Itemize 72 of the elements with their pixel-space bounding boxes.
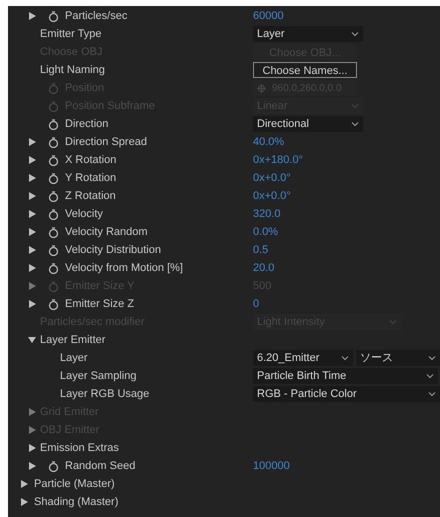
- twirl-triangle-icon[interactable]: [28, 228, 36, 236]
- value-field[interactable]: 40.0%: [253, 134, 284, 150]
- property-label: Velocity Distribution: [65, 242, 161, 258]
- twirl-triangle-icon[interactable]: [28, 210, 36, 218]
- chevron-icon[interactable]: [428, 391, 436, 397]
- value-field[interactable]: 100000: [253, 458, 290, 474]
- twirl-triangle-icon[interactable]: [28, 246, 36, 254]
- twirl-triangle-icon[interactable]: [28, 444, 36, 452]
- stopwatch-icon[interactable]: [48, 226, 59, 238]
- property-label: Particles/sec: [65, 8, 128, 24]
- dropdown[interactable]: 6.20_Emitter: [253, 350, 353, 366]
- value-field[interactable]: 0.5: [253, 242, 268, 258]
- stopwatch-icon[interactable]: [48, 298, 59, 310]
- value-field[interactable]: 0x+0.0°: [253, 188, 291, 204]
- property-label: X Rotation: [65, 152, 116, 168]
- group-label: Shading (Master): [34, 494, 118, 510]
- twirl-triangle-icon[interactable]: [20, 480, 28, 488]
- stopwatch-icon[interactable]: [48, 10, 59, 22]
- property-label: Velocity Random: [65, 224, 148, 240]
- property-label: Layer: [60, 350, 88, 366]
- value-field[interactable]: 0.0%: [253, 224, 278, 240]
- twirl-triangle-icon[interactable]: [28, 462, 36, 470]
- property-label: Velocity from Motion [%]: [65, 260, 183, 276]
- value-field[interactable]: 0: [253, 296, 260, 312]
- value-field[interactable]: 0x+180.0°: [253, 152, 303, 168]
- stopwatch-icon[interactable]: [48, 136, 59, 148]
- property-label: Layer RGB Usage: [60, 386, 150, 402]
- stopwatch-icon[interactable]: [48, 118, 59, 130]
- group-label: Particle (Master): [34, 476, 115, 492]
- value-field[interactable]: 0x+0.0°: [253, 170, 291, 186]
- value-field[interactable]: 320.0: [253, 206, 281, 222]
- stopwatch-icon[interactable]: [48, 262, 59, 274]
- property-label: Layer Emitter: [40, 332, 106, 348]
- property-label: Velocity: [65, 206, 103, 222]
- chevron-icon[interactable]: [426, 373, 434, 379]
- property-label: Z Rotation: [65, 188, 116, 204]
- twirl-triangle-icon[interactable]: [28, 192, 36, 200]
- twirl-triangle-icon[interactable]: [28, 174, 36, 182]
- stopwatch-icon[interactable]: [48, 154, 59, 166]
- dropdown[interactable]: Directional: [253, 116, 363, 132]
- twirl-triangle-icon[interactable]: [28, 264, 36, 272]
- choose-button[interactable]: Choose Names...: [253, 62, 357, 78]
- twirl-triangle-icon[interactable]: [28, 336, 36, 344]
- property-label: Emitter Type: [40, 26, 102, 42]
- dropdown[interactable]: RGB - Particle Color: [253, 386, 440, 402]
- property-label: Emission Extras: [40, 440, 119, 456]
- twirl-triangle-icon[interactable]: [28, 156, 36, 164]
- chevron-icon[interactable]: [351, 121, 359, 127]
- property-label: Direction: [65, 116, 108, 132]
- value-field[interactable]: 20.0: [253, 260, 274, 276]
- twirl-triangle-icon[interactable]: [20, 498, 28, 506]
- value-field[interactable]: 60000: [253, 8, 284, 24]
- stopwatch-icon[interactable]: [48, 208, 59, 220]
- chevron-icon[interactable]: [428, 355, 436, 361]
- stopwatch-icon[interactable]: [48, 190, 59, 202]
- chevron-icon[interactable]: [341, 355, 349, 361]
- stopwatch-icon[interactable]: [48, 460, 59, 472]
- dropdown[interactable]: Particle Birth Time: [253, 368, 438, 384]
- chevron-icon[interactable]: [351, 31, 359, 37]
- twirl-triangle-icon[interactable]: [28, 300, 36, 308]
- property-label: Layer Sampling: [60, 368, 136, 384]
- property-label: Y Rotation: [65, 170, 116, 186]
- stopwatch-icon[interactable]: [48, 172, 59, 184]
- property-label: Emitter Size Z: [65, 296, 134, 312]
- dropdown[interactable]: ソース: [356, 350, 440, 366]
- twirl-triangle-icon[interactable]: [28, 12, 36, 20]
- property-label: Random Seed: [65, 458, 136, 474]
- dropdown[interactable]: Layer: [253, 26, 363, 42]
- stopwatch-icon[interactable]: [48, 244, 59, 256]
- twirl-triangle-icon[interactable]: [28, 138, 36, 146]
- property-label: Direction Spread: [65, 134, 147, 150]
- property-label: Light Naming: [40, 62, 105, 78]
